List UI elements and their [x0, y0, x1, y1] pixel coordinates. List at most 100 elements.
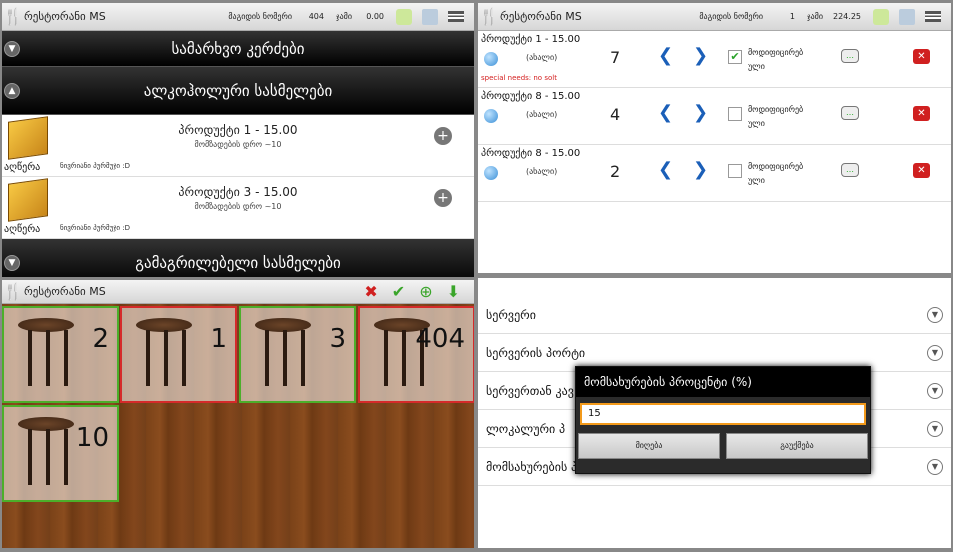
table-number-label: მაგიდის ნომერი: [699, 12, 763, 21]
add-circle-icon[interactable]: ⊕: [419, 282, 432, 301]
table-number: 3: [329, 324, 346, 354]
item-description-label: აღწერა: [4, 224, 41, 235]
delete-icon[interactable]: ✕: [913, 163, 930, 178]
table-number-value: 1: [789, 12, 795, 21]
modified-checkbox[interactable]: [728, 164, 742, 178]
app-title: რესტორანი MS: [24, 10, 106, 23]
app-title: რესტორანი MS: [24, 285, 106, 298]
category-label: ალკოჰოლური სასმელები: [143, 81, 333, 100]
tables-panel: 🍴 რესტორანი MS ✖ ✔ ⊕ ⬇ 2 1 3 404 10: [2, 280, 474, 548]
sum-label: ჯამი: [806, 12, 823, 21]
service-percent-input[interactable]: 15: [580, 403, 866, 425]
comment-icon[interactable]: …: [841, 163, 859, 177]
status-dot-icon: [484, 109, 498, 123]
order-status: (ახალი): [526, 53, 558, 62]
ok-button[interactable]: მიღება: [578, 433, 720, 459]
item-description-label: აღწერა: [4, 162, 41, 173]
add-icon[interactable]: +: [434, 189, 452, 207]
increase-arrow-icon[interactable]: ❯: [693, 45, 708, 66]
order-row: პროდუქტი 8 - 15.00 (ახალი) ❮ 4 ❯ მოდიფიც…: [478, 88, 951, 145]
settings-panel: სერვერი ▼ სერვერის პორტი ▼ სერვერთან კავ…: [478, 278, 951, 548]
menu-icon[interactable]: [925, 11, 941, 22]
item-name: პროდუქტი 3 - 15.00: [178, 185, 298, 199]
order-panel: 🍴 რესტორანი MS მაგიდის ნომერი 1 ჯამი 224…: [478, 3, 951, 273]
item-prep-time: მომზადების დრო ~10: [194, 202, 282, 211]
list-item[interactable]: პროდუქტი 3 - 15.00 მომზადების დრო ~10 აღ…: [2, 177, 474, 239]
settings-row-server[interactable]: სერვერი ▼: [478, 296, 951, 334]
menu-panel: 🍴 რესტორანი MS მაგიდის ნომერი 404 ჯამი 0…: [2, 3, 474, 277]
download-icon[interactable]: [396, 8, 412, 25]
sum-value: 224.25: [833, 12, 861, 21]
status-dot-icon: [484, 166, 498, 180]
comment-icon[interactable]: …: [841, 49, 859, 63]
order-item-name: პროდუქტი 8 - 15.00: [481, 148, 581, 159]
fork-knife-icon: 🍴: [479, 7, 499, 26]
chevron-down-icon: ▼: [927, 459, 943, 475]
table-tile[interactable]: 1: [120, 306, 237, 403]
table-number: 2: [92, 324, 109, 354]
increase-arrow-icon[interactable]: ❯: [693, 159, 708, 180]
chevron-down-icon: ▼: [4, 40, 20, 57]
chevron-down-icon: ▼: [927, 307, 943, 323]
order-quantity: 4: [610, 105, 621, 124]
app-title: რესტორანი MS: [500, 10, 582, 23]
chevron-down-icon: ▼: [4, 254, 20, 271]
item-name: პროდუქტი 1 - 15.00: [178, 123, 298, 137]
order-status: (ახალი): [526, 110, 558, 119]
printer-icon[interactable]: [422, 8, 438, 25]
category-lenten-dishes[interactable]: ▼ სამარხვო კერძები: [2, 31, 474, 67]
table-number: 10: [75, 423, 109, 453]
table-tile[interactable]: 2: [2, 306, 119, 403]
order-status: (ახალი): [526, 167, 558, 176]
floor-plan: 2 1 3 404 10: [2, 304, 474, 548]
table-tile[interactable]: 10: [2, 405, 119, 502]
order-item-name: პროდუქტი 8 - 15.00: [481, 91, 581, 102]
decrease-arrow-icon[interactable]: ❮: [658, 45, 673, 66]
decrease-arrow-icon[interactable]: ❮: [658, 159, 673, 180]
modified-label: მოდიფიცირებ ული: [748, 105, 804, 128]
menu-icon[interactable]: [448, 11, 464, 22]
category-label: სამარხვო კერძები: [171, 39, 305, 58]
settings-label: სერვერი: [486, 308, 536, 322]
close-icon[interactable]: ✖: [364, 282, 377, 301]
download-icon[interactable]: [873, 8, 889, 25]
table-number: 1: [210, 324, 227, 354]
category-label: გამაგრილებელი სასმელები: [135, 253, 341, 272]
top-bar: 🍴 რესტორანი MS მაგიდის ნომერი 1 ჯამი 224…: [478, 3, 951, 31]
category-alcoholic-drinks[interactable]: ▲ ალკოჰოლური სასმელები: [2, 67, 474, 115]
modified-checkbox[interactable]: ✔: [728, 50, 742, 64]
printer-icon[interactable]: [899, 8, 915, 25]
decrease-arrow-icon[interactable]: ❮: [658, 102, 673, 123]
modified-label: მოდიფიცირებ ული: [748, 162, 804, 185]
category-soft-drinks[interactable]: ▼ გამაგრილებელი სასმელები: [2, 239, 474, 277]
item-note: ნივრიანი პურმუჯი :D: [60, 224, 130, 232]
sum-label: ჯამი: [335, 12, 352, 21]
order-quantity: 2: [610, 162, 621, 181]
fork-knife-icon: 🍴: [3, 282, 23, 301]
special-needs-text: special needs: no solt: [481, 74, 557, 82]
download-arrow-icon[interactable]: ⬇: [447, 282, 460, 301]
settings-label: სერვერთან კავ: [486, 384, 574, 398]
fork-knife-icon: 🍴: [3, 7, 23, 26]
comment-icon[interactable]: …: [841, 106, 859, 120]
table-number-label: მაგიდის ნომერი: [228, 12, 292, 21]
item-prep-time: მომზადების დრო ~10: [194, 140, 282, 149]
table-tile[interactable]: 404: [358, 306, 474, 403]
cancel-button[interactable]: გაუქმება: [726, 433, 868, 459]
chevron-down-icon: ▼: [927, 383, 943, 399]
settings-label: სერვერის პორტი: [486, 346, 586, 360]
modified-label: მოდიფიცირებ ული: [748, 48, 804, 71]
add-icon[interactable]: +: [434, 127, 452, 145]
table-number-value: 404: [308, 12, 324, 21]
increase-arrow-icon[interactable]: ❯: [693, 102, 708, 123]
modified-checkbox[interactable]: [728, 107, 742, 121]
item-note: ნივრიანი პურმუჯი :D: [60, 162, 130, 170]
list-item[interactable]: პროდუქტი 1 - 15.00 მომზადების დრო ~10 აღ…: [2, 115, 474, 177]
check-icon[interactable]: ✔: [392, 282, 405, 301]
order-item-name: პროდუქტი 1 - 15.00: [481, 34, 581, 45]
delete-icon[interactable]: ✕: [913, 49, 930, 64]
dialog-title: მომსახურების პროცენტი (%): [576, 367, 870, 397]
chevron-down-icon: ▼: [927, 345, 943, 361]
table-tile[interactable]: 3: [239, 306, 356, 403]
delete-icon[interactable]: ✕: [913, 106, 930, 121]
